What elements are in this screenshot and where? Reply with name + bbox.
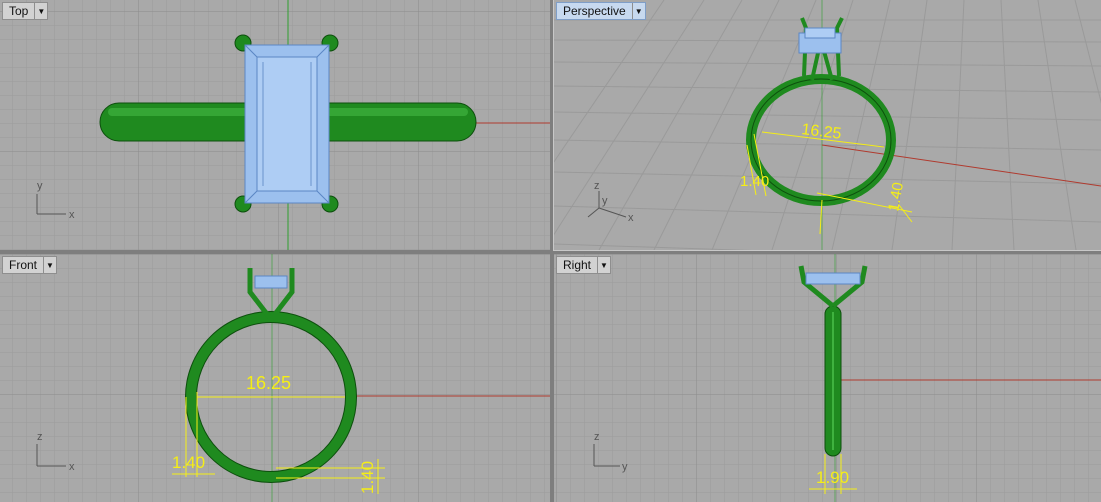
svg-text:1.40: 1.40 [358, 461, 377, 494]
grid-perspective: 16.25 1.40 1.40 x y z [554, 0, 1101, 250]
svg-text:z: z [37, 431, 43, 443]
grid-front: 16.25 1.40 1.40 x z [0, 254, 550, 502]
svg-text:z: z [594, 180, 600, 192]
svg-text:y: y [622, 461, 628, 473]
dropdown-icon[interactable]: ▼ [34, 3, 47, 19]
dropdown-icon[interactable]: ▼ [597, 257, 610, 273]
dropdown-icon[interactable]: ▼ [631, 3, 645, 19]
viewport-label-top[interactable]: Top ▼ [2, 2, 49, 20]
svg-text:z: z [594, 431, 600, 443]
viewport-label-perspective[interactable]: Perspective ▼ [556, 2, 646, 20]
svg-text:16.25: 16.25 [246, 373, 291, 393]
axis-icon-perspective: x y z [587, 180, 634, 224]
svg-text:y: y [37, 180, 43, 192]
svg-text:16.25: 16.25 [801, 121, 843, 143]
viewport-right[interactable]: 1.90 y z Right ▼ [554, 254, 1101, 502]
svg-text:1.90: 1.90 [816, 468, 849, 487]
viewport-top[interactable]: x y Top ▼ [0, 0, 550, 250]
svg-text:x: x [628, 212, 634, 224]
grid-right: 1.90 y z [554, 254, 1101, 502]
svg-text:x: x [69, 209, 75, 221]
viewport-label-right[interactable]: Right ▼ [556, 256, 612, 274]
dropdown-icon[interactable]: ▼ [43, 257, 56, 273]
svg-text:1.40: 1.40 [172, 453, 205, 472]
grid-top: x y [0, 0, 550, 250]
svg-text:x: x [69, 461, 75, 473]
svg-text:y: y [602, 195, 608, 207]
viewport-front[interactable]: 16.25 1.40 1.40 x z Front ▼ [0, 254, 550, 502]
svg-text:1.40: 1.40 [740, 173, 769, 190]
gem-top [244, 44, 330, 204]
svg-text:1.40: 1.40 [885, 181, 907, 213]
viewport-label-front[interactable]: Front ▼ [2, 256, 58, 274]
viewport-perspective[interactable]: 16.25 1.40 1.40 x y z Perspective ▼ [553, 0, 1101, 251]
